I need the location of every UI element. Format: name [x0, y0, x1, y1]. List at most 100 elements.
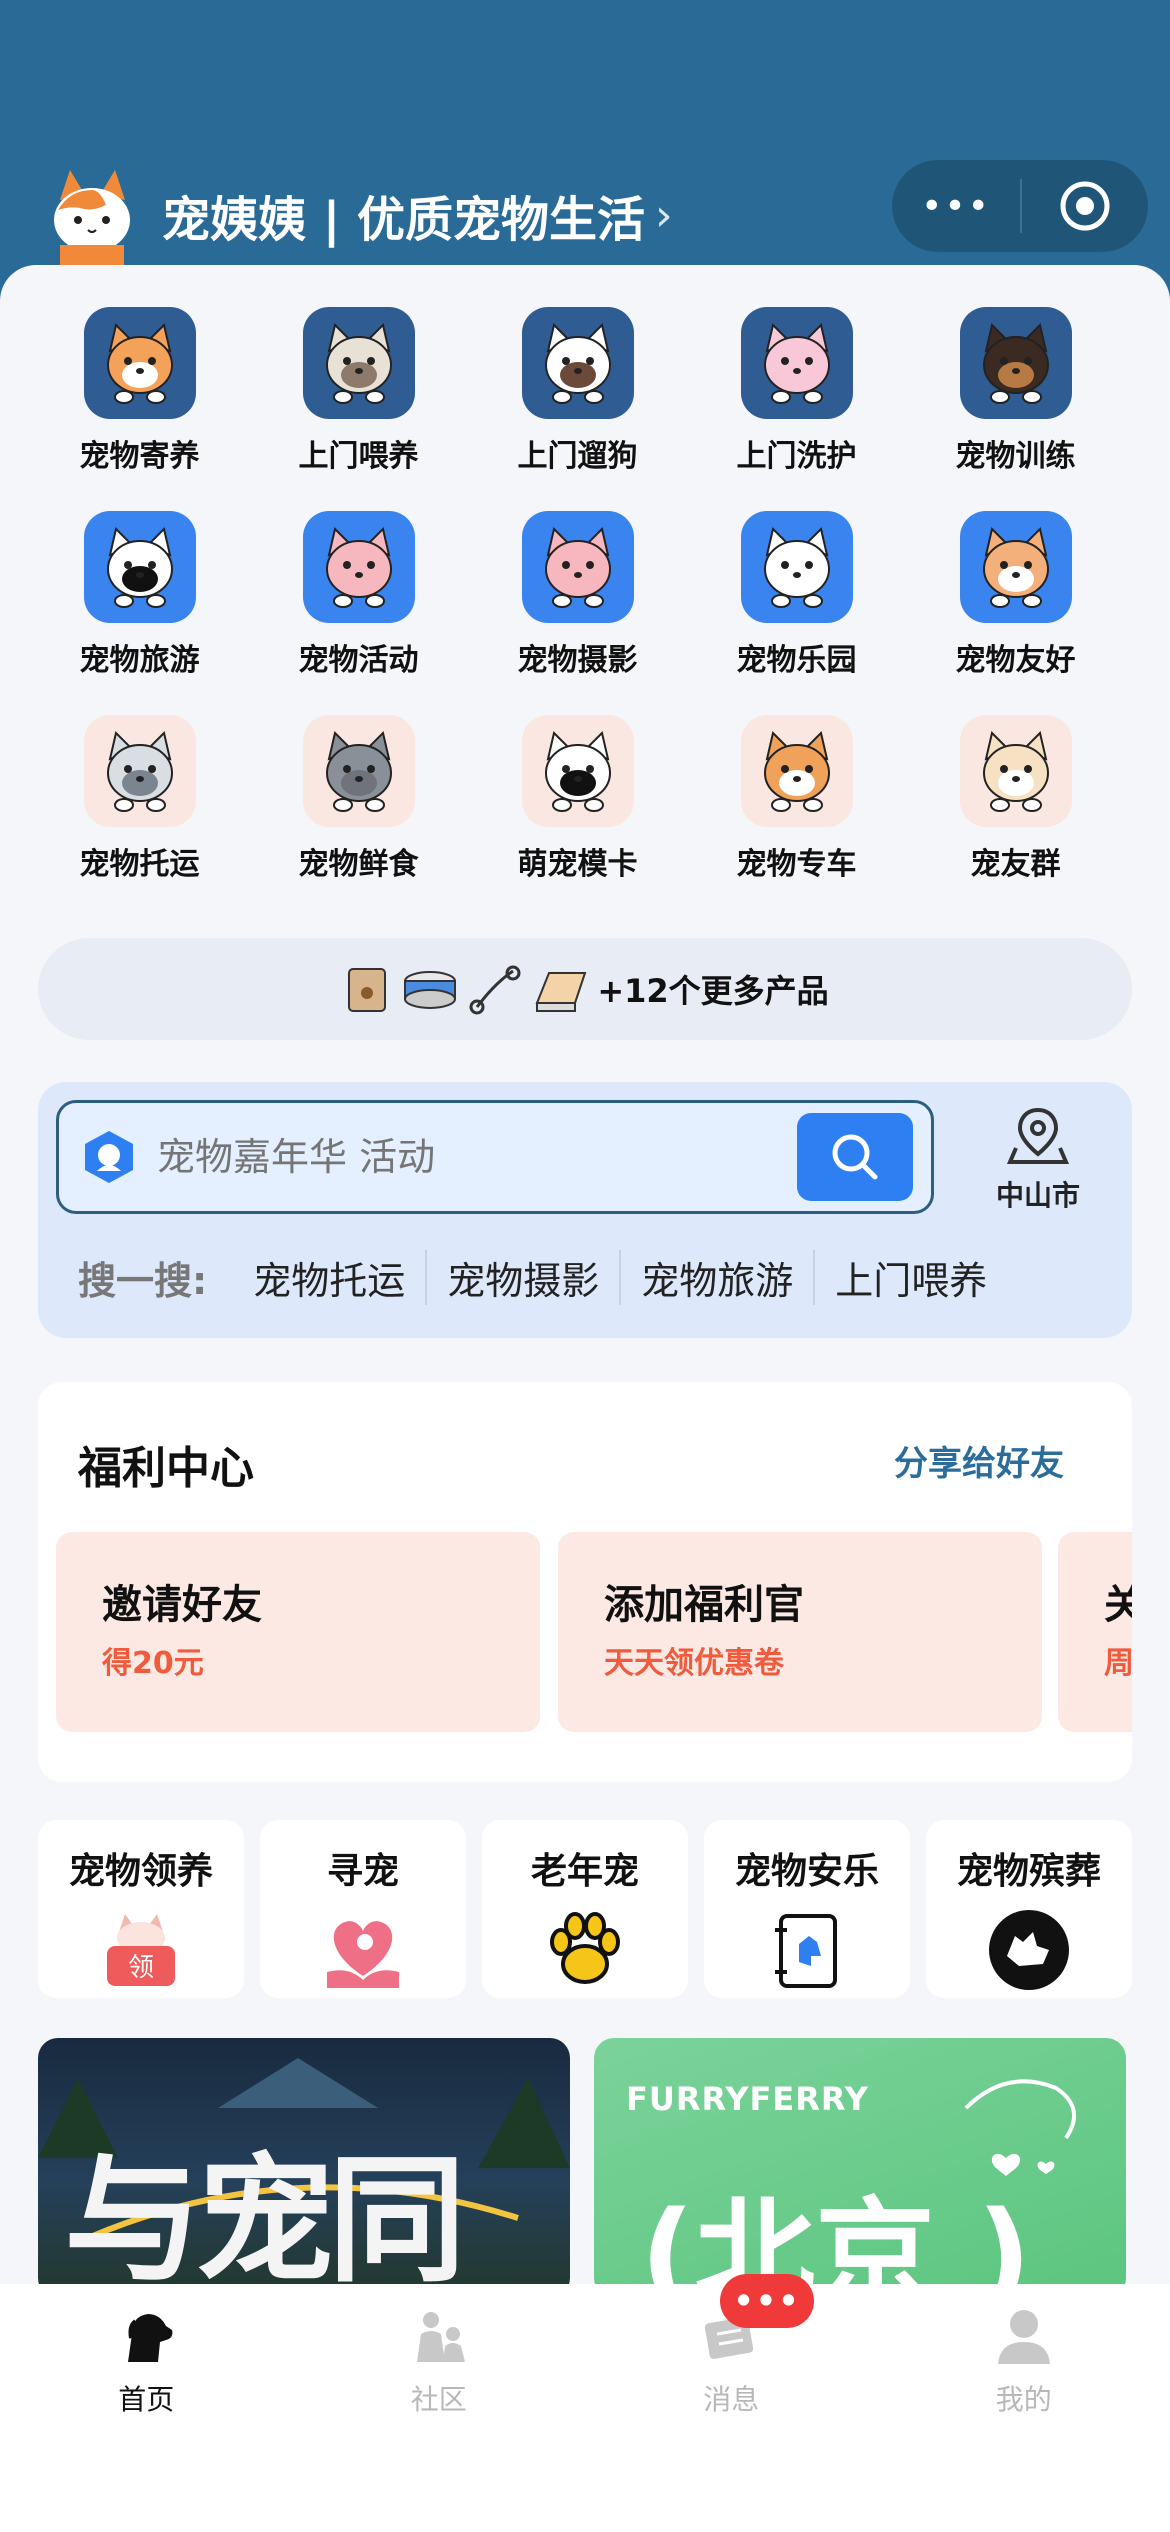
- puppy-icon: [544, 323, 611, 404]
- target-icon: [1060, 181, 1110, 231]
- banner-travel[interactable]: 与宠同行: [38, 2038, 570, 2298]
- community-icon: [416, 2312, 465, 2362]
- service-grid-item[interactable]: 宠物摄影: [468, 509, 687, 713]
- pet-ferry-icon: [989, 1910, 1069, 1990]
- service-grid-item[interactable]: 宠物旅游: [30, 509, 249, 713]
- tab-home[interactable]: 首页: [0, 2284, 293, 2532]
- product-icons: [341, 963, 589, 1015]
- location-pin-icon: [1006, 1107, 1070, 1164]
- service-grid-item[interactable]: 上门喂养: [249, 305, 468, 509]
- hot-tag[interactable]: 宠物托运: [253, 1250, 425, 1305]
- adopt-cat-icon: 领: [107, 1914, 175, 1986]
- service-icon-box: [83, 511, 196, 623]
- more-products-bar[interactable]: +12个更多产品: [38, 938, 1132, 1040]
- orange-cat-icon: [982, 527, 1049, 608]
- service-adopt[interactable]: 宠物领养 领: [38, 1820, 244, 1998]
- service-grid-label: 宠物旅游: [79, 643, 200, 678]
- service-icon-box: [302, 307, 415, 419]
- service-grid-item[interactable]: 宠物友好: [906, 509, 1125, 713]
- city-label: 中山市: [995, 1179, 1080, 1212]
- welfare-card-title: 关: [1104, 1582, 1132, 1628]
- search-button[interactable]: [797, 1113, 913, 1201]
- service-grid-item[interactable]: 宠物鲜食: [249, 713, 468, 917]
- carrier-cat-icon: [106, 731, 173, 812]
- service-icon-box: [740, 307, 853, 419]
- service-grid-label: 上门洗护: [736, 439, 857, 474]
- paw-icon: [550, 1912, 620, 1984]
- welfare-card-title: 邀请好友: [102, 1582, 262, 1628]
- message-badge: •••: [720, 2274, 814, 2328]
- adopt-badge: 领: [128, 1953, 154, 1983]
- welfare-card-subtitle: 天天领优惠卷: [604, 1646, 784, 1681]
- hot-tag[interactable]: 上门喂养: [813, 1250, 1007, 1305]
- service-grid-item[interactable]: 上门遛狗: [468, 305, 687, 509]
- service-grid-item[interactable]: 宠物活动: [249, 509, 468, 713]
- profile-icon: [997, 2310, 1050, 2364]
- service-euthanasia[interactable]: 宠物安乐: [704, 1820, 910, 1998]
- banner-furryferry[interactable]: FURRYFERRY (北京 ): [594, 2038, 1126, 2298]
- service-grid-item[interactable]: 宠友群: [906, 713, 1125, 917]
- rottweiler-icon: [982, 323, 1049, 404]
- more-menu-button[interactable]: •••: [892, 186, 1020, 227]
- service-icon-box: [959, 307, 1072, 419]
- border-collie-icon: [106, 527, 173, 608]
- tuxedo-cat-icon: [544, 731, 611, 812]
- service-grid-item[interactable]: 萌宠模卡: [468, 713, 687, 917]
- tab-community[interactable]: 社区: [293, 2284, 586, 2532]
- service-grid-label: 宠物乐园: [736, 643, 857, 678]
- search-icon: [832, 1134, 878, 1180]
- welfare-card-invite[interactable]: 邀请好友 得20元: [56, 1532, 540, 1732]
- service-grid-label: 宠物托运: [79, 847, 200, 882]
- service-label: 寻宠: [326, 1851, 399, 1892]
- service-grid-item[interactable]: 上门洗护: [687, 305, 906, 509]
- service-grid-item[interactable]: 宠物寄养: [30, 305, 249, 509]
- welfare-center: 福利中心 分享给好友 邀请好友 得20元 添加福利官 天天领优惠卷 关 周: [38, 1382, 1132, 1782]
- service-grid-item[interactable]: 宠物专车: [687, 713, 906, 917]
- share-to-friends-link[interactable]: 分享给好友: [894, 1436, 1064, 1485]
- close-program-button[interactable]: [1022, 180, 1148, 232]
- shiba-dog-icon: [106, 323, 173, 404]
- tab-profile[interactable]: 我的: [878, 2284, 1170, 2532]
- welfare-card-title: 添加福利官: [604, 1582, 804, 1628]
- search-box[interactable]: [56, 1100, 934, 1214]
- dog-head-icon: [128, 2314, 173, 2362]
- search-input[interactable]: [157, 1127, 757, 1187]
- hot-tag[interactable]: 宠物摄影: [425, 1250, 619, 1305]
- hot-search-row: 搜一搜: 宠物托运 宠物摄影 宠物旅游 上门喂养: [78, 1250, 1007, 1305]
- hot-tag[interactable]: 宠物旅游: [619, 1250, 813, 1305]
- tab-label: 社区: [410, 2383, 467, 2416]
- brand-link[interactable]: 宠姨姨 | 优质宠物生活 ›: [40, 160, 673, 270]
- more-products-label: +12个更多产品: [597, 972, 829, 1010]
- bottom-tabbar: 首页 社区 消息 我的: [0, 2284, 1170, 2532]
- service-find-pet[interactable]: 寻宠: [260, 1820, 466, 1998]
- can-icon: [404, 971, 457, 1009]
- pig-camera-icon: [544, 527, 611, 608]
- service-funeral[interactable]: 宠物殡葬: [926, 1820, 1132, 1998]
- welfare-card-partial[interactable]: 关 周: [1058, 1532, 1132, 1732]
- service-icon-box: [959, 511, 1072, 623]
- service-grid-label: 宠物活动: [298, 643, 419, 678]
- pig-icon: [325, 527, 392, 608]
- service-grid-item[interactable]: 宠物乐园: [687, 509, 906, 713]
- service-grid-item[interactable]: 宠物训练: [906, 305, 1125, 509]
- leash-icon: [469, 965, 521, 1015]
- welfare-card-officer[interactable]: 添加福利官 天天领优惠卷: [558, 1532, 1042, 1732]
- banner-brand: FURRYFERRY: [626, 2080, 869, 2118]
- service-grid-label: 宠物摄影: [517, 643, 638, 678]
- tab-label: 消息: [703, 2383, 760, 2416]
- service-grid-label: 宠物友好: [955, 643, 1076, 678]
- service-icon-box: [521, 511, 634, 623]
- service-icon-box: [740, 715, 853, 827]
- service-grid-label: 上门喂养: [298, 439, 419, 474]
- service-grid-label: 宠物鲜食: [298, 847, 419, 882]
- service-icon-box: [83, 715, 196, 827]
- welfare-title: 福利中心: [78, 1443, 254, 1494]
- service-grid-item[interactable]: 宠物托运: [30, 713, 249, 917]
- cream-dog-icon: [982, 731, 1049, 812]
- service-cards: 宠物领养 领 寻宠 老年宠 宠物安乐 宠物殡葬: [38, 1820, 1132, 1998]
- service-icon-box: [521, 307, 634, 419]
- service-senior-pet[interactable]: 老年宠: [482, 1820, 688, 1998]
- service-grid-label: 上门遛狗: [517, 439, 638, 474]
- city-selector[interactable]: 中山市: [968, 1104, 1108, 1214]
- app-logo-icon: [85, 1131, 133, 1183]
